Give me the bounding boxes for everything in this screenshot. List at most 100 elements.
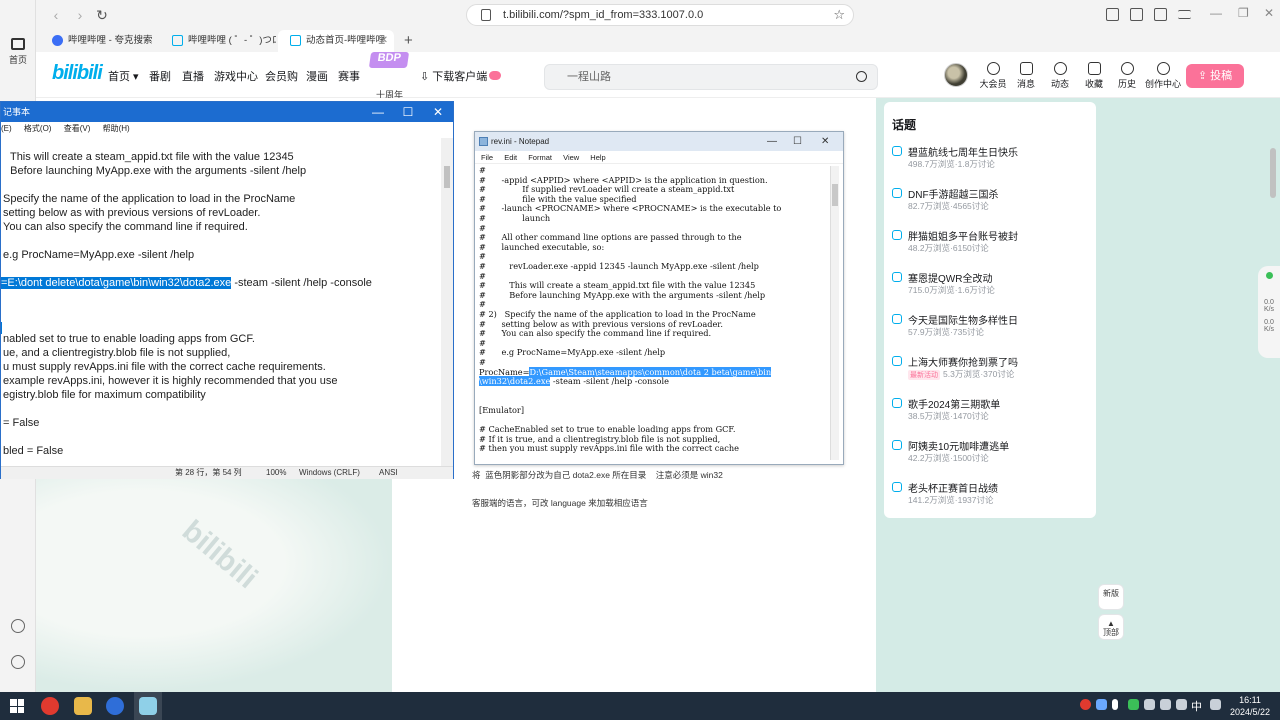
back-to-top-button[interactable]: ▲ 顶部 bbox=[1098, 614, 1124, 640]
topic-stats: 82.7万浏览·4565讨论 bbox=[908, 201, 989, 211]
restore-icon[interactable]: ❐ bbox=[1238, 6, 1249, 20]
file-explorer-icon[interactable] bbox=[74, 697, 92, 715]
selected-path[interactable]: =E:\dont delete\dota\game\bin\win32\dota… bbox=[1, 277, 232, 289]
topic-item[interactable]: 歌手2024第三期歌单 38.5万浏览·1470讨论 bbox=[892, 396, 1092, 426]
notepad-text-area[interactable]: This will create a steam_appid.txt file … bbox=[1, 138, 443, 466]
topic-item[interactable]: 塞恩提QWR全改动 715.0万浏览·1.6万讨论 bbox=[892, 270, 1092, 300]
shield-icon[interactable] bbox=[1096, 699, 1107, 710]
topic-item[interactable]: 上海大师赛你抢到票了吗 最新活动 5.3万浏览·370讨论 bbox=[892, 354, 1092, 384]
minimize-icon[interactable]: — bbox=[1210, 6, 1222, 20]
close-icon[interactable]: ✕ bbox=[423, 102, 453, 122]
input-language[interactable]: 中 bbox=[1191, 698, 1202, 714]
favorites-button[interactable]: 收藏 bbox=[1076, 62, 1112, 90]
topic-icon bbox=[892, 356, 902, 366]
topic-name[interactable]: 上海大师赛你抢到票了吗 bbox=[908, 354, 1018, 369]
tab-bilibili-dynamic[interactable]: 动态首页-哔哩哔哩 ✕ bbox=[278, 30, 394, 52]
tab-quark-search[interactable]: 哔哩哔哩 - 夸克搜索 bbox=[40, 30, 156, 52]
notepad-window[interactable]: 记事本 — ☐ ✕ (E) 格式(O) 查看(V) 帮助(H) This wil… bbox=[0, 101, 454, 479]
nav-esports[interactable]: 赛事 bbox=[338, 68, 360, 84]
topic-name[interactable]: 今天是国际生物多样性日 bbox=[908, 312, 1018, 327]
menu-edit[interactable]: (E) bbox=[1, 124, 12, 133]
nav-mall[interactable]: 会员购 bbox=[265, 68, 298, 84]
forward-icon[interactable]: › bbox=[72, 7, 88, 23]
browser-home-button[interactable]: 首页 bbox=[0, 38, 36, 66]
extensions-icon[interactable] bbox=[1106, 8, 1119, 21]
tray-app-icon[interactable] bbox=[1080, 699, 1091, 710]
download-client-button[interactable]: ⇩ 下载客户端 bbox=[420, 68, 502, 84]
windows-start-icon[interactable] bbox=[10, 699, 24, 713]
topic-item[interactable]: 碧蓝航线七周年生日快乐 498.7万浏览·1.8万讨论 bbox=[892, 144, 1092, 174]
notepad-scrollbar[interactable] bbox=[441, 138, 453, 466]
bookmarks-icon[interactable] bbox=[1154, 8, 1167, 21]
nav-anime[interactable]: 番剧 bbox=[149, 68, 171, 84]
tab-bilibili-home[interactable]: 哔哩哔哩 ( ゜- ゜)つロ 干 bbox=[160, 30, 276, 52]
topic-name[interactable]: 阿姨卖10元咖啡遭逃单 bbox=[908, 438, 1009, 453]
new-version-button[interactable]: 新版 bbox=[1098, 584, 1124, 610]
procname-line[interactable]: =E:\dont delete\dota\game\bin\win32\dota… bbox=[1, 276, 372, 290]
topic-item[interactable]: 阿姨卖10元咖啡遭逃单 42.2万浏览·1500讨论 bbox=[892, 438, 1092, 468]
search-icon[interactable] bbox=[856, 71, 867, 82]
page-scrollbar[interactable] bbox=[1270, 148, 1276, 198]
menu-help[interactable]: 帮助(H) bbox=[103, 124, 130, 133]
settings-icon[interactable] bbox=[11, 655, 25, 669]
creator-center-button[interactable]: 创作中心 bbox=[1144, 62, 1182, 90]
nav-home[interactable]: 首页 ▾ bbox=[108, 68, 139, 84]
bilibili-tv-icon bbox=[172, 35, 183, 46]
volume-icon[interactable] bbox=[1176, 699, 1187, 710]
search-input[interactable]: 一程山路 bbox=[544, 64, 878, 90]
wechat-icon[interactable] bbox=[1128, 699, 1139, 710]
download-icon[interactable] bbox=[1130, 8, 1143, 21]
minimize-icon[interactable]: — bbox=[363, 102, 393, 122]
network-speed-widget[interactable]: 0.0 K/s 0.0 K/s bbox=[1258, 266, 1280, 358]
history-button[interactable]: 历史 bbox=[1109, 62, 1145, 90]
reload-icon[interactable]: ↻ bbox=[94, 7, 110, 23]
scroll-thumb[interactable] bbox=[444, 166, 450, 188]
upload-button[interactable]: ⇪ 投稿 bbox=[1186, 64, 1244, 88]
close-window-icon[interactable]: ✕ bbox=[1264, 6, 1274, 20]
notepad-titlebar[interactable]: 记事本 — ☐ ✕ bbox=[1, 102, 453, 122]
browser-icon[interactable] bbox=[106, 697, 124, 715]
notepad-line: bled = False bbox=[3, 445, 64, 457]
message-button[interactable]: 消息 bbox=[1008, 62, 1044, 90]
address-bar[interactable]: t.bilibili.com/?spm_id_from=333.1007.0.0… bbox=[466, 4, 854, 26]
topic-name[interactable]: 老头杯正赛首日战绩 bbox=[908, 480, 998, 495]
network-icon[interactable] bbox=[1160, 699, 1171, 710]
vip-button[interactable]: 大会员 bbox=[975, 62, 1011, 90]
app-icon[interactable] bbox=[41, 697, 59, 715]
user-icon[interactable] bbox=[11, 619, 25, 633]
post-image-notepad[interactable]: rev.ini - Notepad — ☐ ✕ File Edit Format… bbox=[474, 131, 844, 465]
topic-name[interactable]: 塞恩提QWR全改动 bbox=[908, 270, 992, 285]
topic-name[interactable]: 碧蓝航线七周年生日快乐 bbox=[908, 144, 1018, 159]
back-icon[interactable]: ‹ bbox=[48, 7, 64, 23]
topic-name[interactable]: 胖猫姐姐多平台账号被封 bbox=[908, 228, 1018, 243]
nav-game-center[interactable]: 游戏中心 bbox=[214, 68, 258, 84]
topic-icon bbox=[892, 230, 902, 240]
dynamic-button[interactable]: 动态 bbox=[1042, 62, 1078, 90]
nav-live[interactable]: 直播 bbox=[182, 68, 204, 84]
menu-icon[interactable] bbox=[1178, 10, 1191, 19]
new-tab-icon[interactable]: + bbox=[404, 30, 413, 52]
notepad-line: nabled set to true to enable loading app… bbox=[3, 333, 255, 345]
notepad-statusbar: 第 28 行，第 54 列 100% Windows (CRLF) ANSI bbox=[1, 466, 453, 479]
topic-item[interactable]: 今天是国际生物多样性日 57.9万浏览·735讨论 bbox=[892, 312, 1092, 342]
bilibili-logo[interactable]: bilibili bbox=[52, 62, 103, 85]
ime-icon[interactable] bbox=[1210, 699, 1221, 710]
close-tab-icon[interactable]: ✕ bbox=[380, 30, 388, 52]
topic-item[interactable]: 老头杯正赛首日战绩 141.2万浏览·1937讨论 bbox=[892, 480, 1092, 510]
avatar[interactable] bbox=[944, 63, 968, 87]
bdp-badge[interactable]: BDP bbox=[368, 52, 410, 68]
maximize-icon[interactable]: ☐ bbox=[393, 102, 423, 122]
topic-item[interactable]: 胖猫姐姐多平台账号被封 48.2万浏览·6150讨论 bbox=[892, 228, 1092, 258]
menu-view[interactable]: 查看(V) bbox=[64, 124, 91, 133]
notepad-icon[interactable] bbox=[139, 697, 157, 715]
topic-name[interactable]: DNF手游超越三国杀 bbox=[908, 186, 999, 201]
microphone-icon[interactable] bbox=[1112, 699, 1118, 710]
bilibili-header: bilibili 首页 ▾ 番剧 直播 游戏中心 会员购 漫画 赛事 BDP 十… bbox=[36, 52, 1280, 100]
menu-format[interactable]: 格式(O) bbox=[24, 124, 52, 133]
topic-name[interactable]: 歌手2024第三期歌单 bbox=[908, 396, 1000, 411]
topic-item[interactable]: DNF手游超越三国杀 82.7万浏览·4565讨论 bbox=[892, 186, 1092, 216]
bookmark-star-icon[interactable]: ☆ bbox=[833, 5, 845, 25]
nav-manga[interactable]: 漫画 bbox=[306, 68, 328, 84]
taskbar-clock[interactable]: 16:11 2024/5/22 bbox=[1228, 694, 1272, 718]
tray-misc-icon[interactable] bbox=[1144, 699, 1155, 710]
